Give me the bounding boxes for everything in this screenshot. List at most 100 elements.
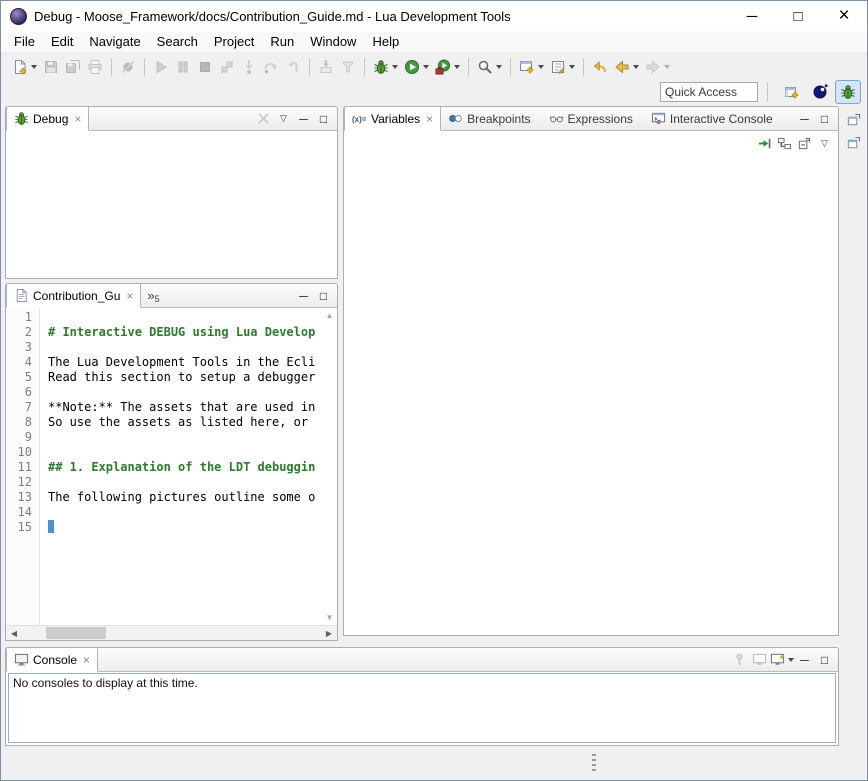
code-line[interactable]: # Interactive DEBUG using Lua Develop — [48, 325, 322, 340]
run-button[interactable] — [402, 56, 431, 78]
dropdown-caret-icon[interactable] — [538, 65, 544, 69]
code-line[interactable] — [48, 385, 322, 400]
minimize-view-button[interactable]: ─ — [795, 109, 814, 129]
code-line[interactable] — [48, 430, 322, 445]
show-logical-structure-button[interactable] — [775, 133, 794, 153]
minimize-window-button[interactable]: ─ — [729, 1, 775, 31]
menu-edit[interactable]: Edit — [43, 31, 81, 52]
debug-perspective-button[interactable] — [835, 80, 861, 104]
menu-help[interactable]: Help — [364, 31, 407, 52]
code-line[interactable]: **Note:** The assets that are used in — [48, 400, 322, 415]
dropdown-caret-icon[interactable] — [569, 65, 575, 69]
dropdown-caret-icon[interactable] — [633, 65, 639, 69]
line-number[interactable]: 9 — [6, 430, 32, 445]
open-element-button[interactable] — [548, 56, 577, 78]
close-tab-icon[interactable]: × — [126, 290, 133, 302]
maximize-view-button[interactable]: □ — [815, 650, 834, 670]
line-number[interactable]: 12 — [6, 475, 32, 490]
open-perspective-button[interactable] — [779, 80, 805, 104]
tab-debug[interactable]: Debug × — [6, 107, 89, 131]
tab-variables[interactable]: (x)=Variables× — [344, 107, 441, 131]
menu-run[interactable]: Run — [262, 31, 302, 52]
last-edit-location-button[interactable] — [590, 56, 610, 78]
minimize-view-button[interactable]: ─ — [294, 286, 313, 306]
open-console-button[interactable] — [770, 650, 794, 670]
line-number[interactable]: 2 — [6, 325, 32, 340]
line-number[interactable]: 4 — [6, 355, 32, 370]
minimize-view-button[interactable]: ─ — [294, 109, 313, 129]
line-number-ruler[interactable]: 123456789101112131415 — [6, 308, 40, 625]
close-tab-icon[interactable]: × — [426, 113, 433, 125]
tab-contribution-guide[interactable]: Contribution_Gu × — [6, 284, 141, 308]
tab-expressions[interactable]: Expressions — [542, 107, 644, 130]
dropdown-caret-icon[interactable] — [423, 65, 429, 69]
back-button[interactable] — [612, 56, 641, 78]
code-line[interactable]: So use the assets as listed here, or — [48, 415, 322, 430]
code-line[interactable]: The Lua Development Tools in the Ecli — [48, 355, 322, 370]
horizontal-scrollbar[interactable]: ◀ ▶ — [6, 625, 337, 640]
line-number[interactable]: 3 — [6, 340, 32, 355]
lua-perspective-button[interactable] — [807, 80, 833, 104]
external-tools-button[interactable] — [433, 56, 462, 78]
editor-overflow-tab[interactable]: » 5 — [141, 284, 165, 307]
close-tab-icon[interactable]: × — [74, 113, 81, 125]
scrollbar-track[interactable] — [22, 626, 321, 640]
new-wizard-button[interactable] — [517, 56, 546, 78]
view-menu-button[interactable]: ▽ — [815, 133, 834, 153]
code-line[interactable]: ## 1. Explanation of the LDT debuggin — [48, 460, 322, 475]
line-number[interactable]: 13 — [6, 490, 32, 505]
menu-search[interactable]: Search — [149, 31, 206, 52]
show-type-names-button[interactable] — [755, 133, 774, 153]
code-line[interactable] — [48, 505, 322, 520]
menu-file[interactable]: File — [6, 31, 43, 52]
scroll-left-icon[interactable]: ◀ — [6, 629, 22, 638]
code-area[interactable]: # Interactive DEBUG using Lua Develop The… — [40, 308, 322, 625]
tab-console[interactable]: Console × — [6, 648, 98, 672]
tab-interactive-console[interactable]: Interactive Console — [644, 107, 784, 130]
close-tab-icon[interactable]: × — [83, 654, 90, 666]
restore-minimized-view-button[interactable] — [843, 133, 863, 153]
dropdown-caret-icon[interactable] — [31, 65, 37, 69]
maximize-view-button[interactable]: □ — [314, 286, 333, 306]
debug-button[interactable] — [371, 56, 400, 78]
scroll-right-icon[interactable]: ▶ — [321, 629, 337, 638]
vertical-scrollbar[interactable]: ▲ ▼ — [322, 308, 337, 625]
line-number[interactable]: 15 — [6, 520, 32, 535]
quick-access-input[interactable] — [660, 82, 758, 102]
dropdown-caret-icon[interactable] — [788, 658, 794, 662]
scrollbar-thumb[interactable] — [46, 627, 106, 639]
code-line[interactable] — [48, 475, 322, 490]
maximize-view-button[interactable]: □ — [314, 109, 333, 129]
close-window-button[interactable]: × — [821, 1, 867, 31]
line-number[interactable]: 1 — [6, 310, 32, 325]
collapse-all-button[interactable] — [795, 133, 814, 153]
menu-navigate[interactable]: Navigate — [81, 31, 148, 52]
maximize-view-button[interactable]: □ — [815, 109, 834, 129]
scroll-up-icon[interactable]: ▲ — [326, 311, 334, 320]
menu-window[interactable]: Window — [302, 31, 364, 52]
dropdown-caret-icon[interactable] — [496, 65, 502, 69]
code-line[interactable] — [48, 520, 322, 535]
new-button[interactable] — [10, 56, 39, 78]
line-number[interactable]: 5 — [6, 370, 32, 385]
minimize-view-button[interactable]: ─ — [795, 650, 814, 670]
menu-project[interactable]: Project — [206, 31, 262, 52]
code-line[interactable]: The following pictures outline some o — [48, 490, 322, 505]
dropdown-caret-icon[interactable] — [454, 65, 460, 69]
code-line[interactable] — [48, 445, 322, 460]
line-number[interactable]: 7 — [6, 400, 32, 415]
line-number[interactable]: 6 — [6, 385, 32, 400]
restore-minimized-view-button[interactable] — [843, 110, 863, 130]
search-button[interactable] — [475, 56, 504, 78]
line-number[interactable]: 8 — [6, 415, 32, 430]
line-number[interactable]: 14 — [6, 505, 32, 520]
code-line[interactable]: Read this section to setup a debugger — [48, 370, 322, 385]
line-number[interactable]: 11 — [6, 460, 32, 475]
code-line[interactable] — [48, 310, 322, 325]
code-line[interactable] — [48, 340, 322, 355]
maximize-window-button[interactable]: □ — [775, 1, 821, 31]
trim-drag-grip[interactable] — [592, 754, 596, 772]
dropdown-caret-icon[interactable] — [392, 65, 398, 69]
line-number[interactable]: 10 — [6, 445, 32, 460]
view-menu-button[interactable]: ▽ — [274, 109, 293, 129]
